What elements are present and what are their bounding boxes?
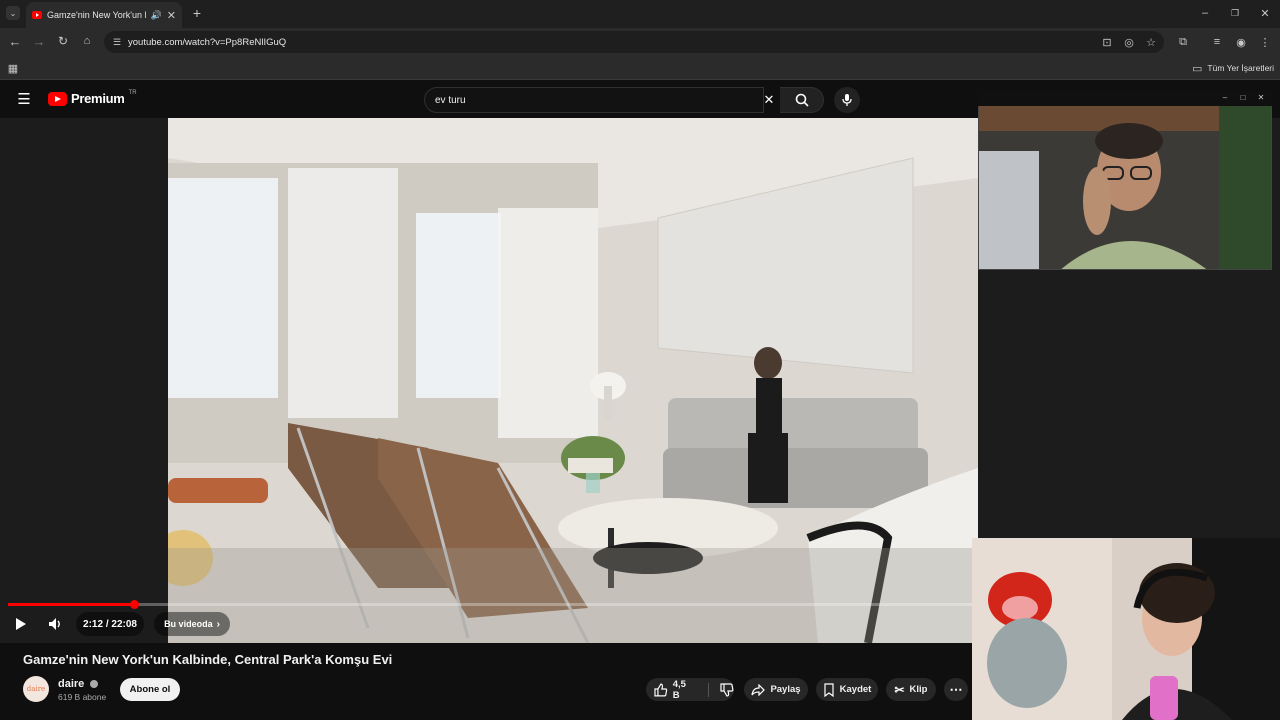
progress-played: [8, 603, 135, 606]
play-button[interactable]: [8, 612, 34, 636]
search-box: ✕: [424, 87, 824, 113]
living-room-scene: [168, 118, 978, 643]
search-icon: [795, 93, 809, 107]
address-bar[interactable]: ☰ youtube.com/watch?v=Pp8ReNlIGuQ ⊡ ◎ ☆: [104, 31, 1164, 53]
webcam-maximize-icon[interactable]: □: [1238, 92, 1248, 102]
volume-button[interactable]: [42, 612, 68, 636]
restore-window-icon[interactable]: ❐: [1228, 6, 1242, 20]
youtube-favicon-icon: [32, 11, 42, 19]
clear-search-icon[interactable]: ✕: [762, 92, 776, 107]
progress-bar[interactable]: [8, 603, 972, 606]
extensions-icon[interactable]: ⧉: [1176, 35, 1190, 49]
reload-icon[interactable]: ↻: [56, 34, 70, 48]
like-count: 4,5 B: [672, 678, 686, 701]
forward-icon[interactable]: →: [32, 34, 46, 49]
webcam-minimize-icon[interactable]: –: [1220, 92, 1230, 102]
subscriber-count: 619 B abone: [58, 692, 107, 702]
youtube-play-logo-icon: [48, 91, 67, 106]
hamburger-menu-icon[interactable]: ☰: [16, 91, 32, 108]
back-icon[interactable]: ←: [8, 34, 22, 49]
search-button[interactable]: [780, 87, 824, 113]
more-horizontal-icon: ⋯: [949, 681, 963, 697]
tab-search-icon[interactable]: ⌄: [6, 6, 20, 20]
more-actions-button[interactable]: ⋯: [944, 678, 968, 701]
country-badge: TR: [128, 89, 137, 96]
share-icon: [751, 683, 766, 696]
webcam-close-icon[interactable]: ✕: [1256, 92, 1266, 102]
browser-tab-bar: ⌄ Gamze'nin New York'un Kal 🔊 ✕ + – ❐ ✕: [0, 0, 1280, 28]
guest-webcam-image: [972, 538, 1280, 720]
browser-tab-active[interactable]: Gamze'nin New York'un Kal 🔊 ✕: [26, 2, 182, 28]
youtube-logo[interactable]: Premium TR: [48, 89, 137, 106]
thumbs-down-icon: [720, 682, 734, 697]
time-text: 2:12 / 22:08: [83, 618, 137, 630]
close-window-icon[interactable]: ✕: [1258, 6, 1272, 20]
bookmarks-bar: ▦ ▭ Tüm Yer İşaretleri: [0, 56, 1280, 80]
all-bookmarks-folder[interactable]: ▭ Tüm Yer İşaretleri: [1192, 61, 1274, 75]
tab-close-icon[interactable]: ✕: [167, 9, 176, 22]
verified-badge-icon: [90, 680, 99, 689]
dislike-button[interactable]: [720, 682, 734, 697]
save-label: Kaydet: [839, 684, 872, 695]
volume-icon: [49, 618, 60, 630]
eye-off-icon[interactable]: ◎: [1122, 35, 1136, 49]
voice-search-button[interactable]: [834, 87, 860, 113]
youtube-logo-text: Premium: [71, 91, 125, 106]
home-icon[interactable]: ⌂: [80, 34, 94, 48]
speaker-icon[interactable]: 🔊: [151, 10, 162, 21]
minimize-window-icon[interactable]: –: [1198, 6, 1212, 20]
webcam-overlay-streamer: [978, 90, 1272, 270]
new-tab-icon[interactable]: +: [190, 5, 204, 21]
thumbs-up-icon: [654, 683, 668, 696]
streamer-webcam-image: [979, 91, 1271, 269]
url-text: youtube.com/watch?v=Pp8ReNlIGuQ: [128, 36, 287, 48]
bookmark-icon: [824, 682, 834, 697]
play-icon: [16, 618, 26, 630]
video-frame[interactable]: [168, 118, 978, 643]
folder-icon: ▭: [1192, 62, 1203, 75]
search-input[interactable]: [424, 87, 764, 113]
profile-icon[interactable]: ◉: [1234, 35, 1248, 49]
media-control-icon[interactable]: ≡: [1210, 35, 1224, 49]
like-button[interactable]: 4,5 B: [654, 679, 695, 701]
video-title: Gamze'nin New York'un Kalbinde, Central …: [23, 652, 393, 667]
clip-label: Klip: [909, 684, 928, 695]
chapter-label: Bu videoda: [164, 619, 213, 629]
site-info-icon[interactable]: ☰: [111, 36, 123, 48]
apps-grid-icon[interactable]: ▦: [6, 61, 20, 75]
webcam-window-bar: – □ ✕: [978, 90, 1272, 106]
share-label: Paylaş: [770, 684, 801, 695]
bookmark-star-icon[interactable]: ☆: [1144, 35, 1158, 49]
time-display: 2:12 / 22:08: [76, 612, 144, 636]
subscribe-button[interactable]: Abone ol: [120, 678, 180, 701]
browser-menu-icon[interactable]: ⋮: [1258, 35, 1272, 49]
channel-name[interactable]: daire: [58, 678, 99, 690]
clip-button[interactable]: ✂ Klip: [886, 678, 936, 701]
channel-avatar[interactable]: daire: [23, 676, 49, 702]
like-dislike-group: 4,5 B: [646, 678, 734, 701]
tab-title: Gamze'nin New York'un Kal: [47, 10, 146, 20]
channel-name-text: daire: [58, 678, 85, 690]
install-app-icon[interactable]: ⊡: [1100, 35, 1114, 49]
share-button[interactable]: Paylaş: [744, 678, 808, 701]
chevron-right-icon: ›: [216, 618, 220, 630]
microphone-icon: [842, 94, 852, 106]
webcam-overlay-guest: [972, 538, 1280, 720]
chapter-button[interactable]: Bu videoda ›: [154, 612, 230, 636]
save-button[interactable]: Kaydet: [816, 678, 878, 701]
scissors-icon: ✂: [894, 682, 905, 697]
all-bookmarks-label: Tüm Yer İşaretleri: [1207, 63, 1275, 73]
